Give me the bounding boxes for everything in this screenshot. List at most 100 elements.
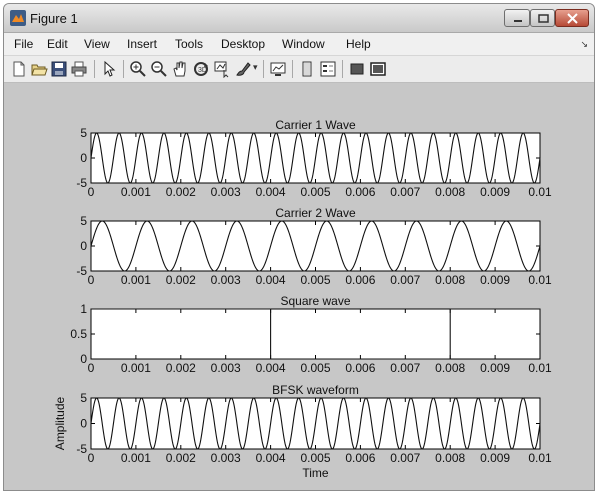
- x-tick-label: 0.004: [256, 273, 286, 287]
- x-tick-label: 0.005: [300, 451, 330, 465]
- x-tick-label: 0.009: [480, 451, 510, 465]
- save-icon[interactable]: [50, 60, 68, 78]
- x-tick-label: 0.01: [528, 361, 552, 375]
- figure-window: Figure 1 File Edit View Insert Tools Des…: [3, 3, 595, 491]
- x-tick-label: 0: [88, 361, 95, 375]
- x-tick-label: 0.007: [390, 361, 420, 375]
- x-tick-label: 0.004: [256, 451, 286, 465]
- brush-dropdown-icon[interactable]: ▾: [253, 62, 258, 73]
- x-tick-label: 0.001: [121, 451, 151, 465]
- new-figure-icon[interactable]: [10, 60, 28, 78]
- y-tick-label: 0: [80, 352, 87, 366]
- x-tick-label: 0.004: [256, 185, 286, 199]
- x-tick-label: 0.006: [345, 361, 375, 375]
- menu-insert[interactable]: Insert: [127, 37, 157, 51]
- x-tick-label: 0.002: [166, 451, 196, 465]
- x-tick-label: 0.008: [435, 361, 465, 375]
- toolbar-separator: [342, 60, 343, 78]
- x-axis-label: Time: [302, 466, 329, 480]
- y-axis-label: Amplitude: [53, 397, 67, 451]
- menu-help[interactable]: Help: [346, 37, 371, 51]
- axes-box: [90, 308, 541, 360]
- figure-canvas: Carrier 1 Wave 0 0.001 0.002 0.003 0.004 0.005…: [4, 83, 594, 490]
- y-tick-label: -5: [76, 264, 87, 278]
- data-cursor-icon[interactable]: [213, 60, 231, 78]
- menu-edit[interactable]: Edit: [47, 37, 68, 51]
- y-tick-label: 5: [80, 214, 87, 228]
- x-tick-label: 0.007: [390, 273, 420, 287]
- maximize-button[interactable]: [530, 9, 555, 27]
- close-button[interactable]: [555, 9, 589, 27]
- x-tick-label: 0.002: [166, 185, 196, 199]
- menu-desktop[interactable]: Desktop: [221, 37, 265, 51]
- x-tick-label: 0.001: [121, 273, 151, 287]
- x-tick-label: 0.002: [166, 273, 196, 287]
- axes-title: Carrier 2 Wave: [275, 206, 356, 220]
- x-tick-label: 0.006: [345, 273, 375, 287]
- menu-file[interactable]: File: [14, 37, 33, 51]
- x-tick-label: 0.01: [528, 185, 552, 199]
- dock-arrow-icon[interactable]: ↘: [580, 39, 588, 50]
- y-tick-label: 0: [80, 151, 87, 165]
- x-tick-label: 0.007: [390, 451, 420, 465]
- x-tick-label: 0: [88, 185, 95, 199]
- minimize-button[interactable]: [504, 9, 530, 27]
- show-plot-tools-icon[interactable]: [369, 60, 387, 78]
- pan-hand-icon[interactable]: [171, 60, 189, 78]
- x-tick-label: 0.006: [345, 451, 375, 465]
- window-title: Figure 1: [30, 11, 78, 26]
- y-tick-label: 0.5: [70, 327, 87, 341]
- x-tick-label: 0.003: [211, 185, 241, 199]
- x-tick-label: 0.009: [480, 185, 510, 199]
- figure-toolbar: 3D ▾: [4, 56, 594, 83]
- x-tick-label: 0.002: [166, 361, 196, 375]
- x-tick-label: 0.001: [121, 185, 151, 199]
- x-tick-label: 0.005: [300, 361, 330, 375]
- x-tick-label: 0.009: [480, 273, 510, 287]
- axes-title: Carrier 1 Wave: [275, 118, 356, 132]
- svg-text:3D: 3D: [198, 67, 207, 74]
- y-tick-label: 5: [80, 391, 87, 405]
- link-plot-icon[interactable]: [269, 60, 287, 78]
- print-icon[interactable]: [70, 60, 88, 78]
- toolbar-separator: [94, 60, 95, 78]
- x-tick-label: 0.003: [211, 273, 241, 287]
- rotate-3d-icon[interactable]: 3D: [192, 60, 210, 78]
- x-tick-label: 0.01: [528, 273, 552, 287]
- y-tick-label: -5: [76, 442, 87, 456]
- x-tick-label: 0.008: [435, 451, 465, 465]
- x-tick-label: 0.005: [300, 273, 330, 287]
- x-tick-label: 0.001: [121, 361, 151, 375]
- toolbar-separator: [292, 60, 293, 78]
- menu-bar: File Edit View Insert Tools Desktop Wind…: [4, 33, 594, 56]
- x-tick-label: 0: [88, 451, 95, 465]
- y-tick-label: 0: [80, 417, 87, 431]
- y-tick-label: -5: [76, 176, 87, 190]
- x-tick-label: 0.009: [480, 361, 510, 375]
- y-tick-label: 5: [80, 126, 87, 140]
- x-tick-label: 0.003: [211, 451, 241, 465]
- menu-tools[interactable]: Tools: [175, 37, 203, 51]
- open-file-icon[interactable]: [30, 60, 48, 78]
- menu-window[interactable]: Window: [282, 37, 325, 51]
- toolbar-separator: [123, 60, 124, 78]
- x-tick-label: 0.008: [435, 185, 465, 199]
- menu-view[interactable]: View: [84, 37, 110, 51]
- zoom-in-icon[interactable]: [129, 60, 147, 78]
- x-tick-label: 0.006: [345, 185, 375, 199]
- title-bar[interactable]: Figure 1: [4, 4, 594, 33]
- colorbar-icon[interactable]: [298, 60, 316, 78]
- x-tick-label: 0.01: [528, 451, 552, 465]
- x-tick-label: 0.008: [435, 273, 465, 287]
- x-tick-label: 0.007: [390, 185, 420, 199]
- y-tick-label: 0: [80, 239, 87, 253]
- matlab-logo-icon: [10, 10, 26, 26]
- axes-title: Square wave: [280, 294, 350, 308]
- hide-plot-tools-icon[interactable]: [348, 60, 366, 78]
- zoom-out-icon[interactable]: [150, 60, 168, 78]
- legend-icon[interactable]: [319, 60, 337, 78]
- brush-icon[interactable]: [234, 60, 252, 78]
- x-tick-label: 0.003: [211, 361, 241, 375]
- pointer-icon[interactable]: [100, 60, 118, 78]
- toolbar-separator: [263, 60, 264, 78]
